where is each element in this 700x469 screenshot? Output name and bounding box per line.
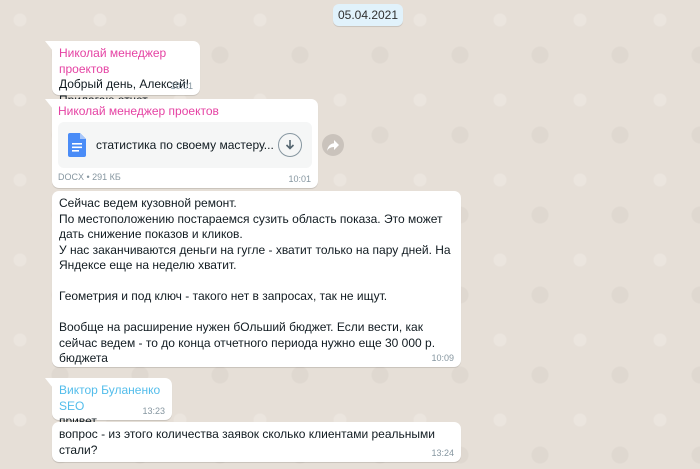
- message-bubble[interactable]: вопрос - из этого количества заявок скол…: [52, 422, 461, 462]
- message-bubble[interactable]: Николай менеджер проектов Добрый день, А…: [45, 41, 200, 107]
- date-chip: 05.04.2021: [333, 4, 403, 26]
- message-time: 13:24: [431, 448, 454, 458]
- sender-name[interactable]: Николай менеджер проектов: [59, 45, 193, 77]
- document-meta: DOCX • 291 КБ: [58, 172, 121, 182]
- message-time: 10:01: [170, 81, 193, 91]
- message-time: 10:01: [288, 174, 311, 184]
- download-arrow-icon: [285, 140, 295, 150]
- document-card[interactable]: статистика по своему мастеру...: [58, 122, 312, 168]
- forward-button[interactable]: [322, 134, 344, 156]
- message-time: 13:23: [142, 406, 165, 416]
- forward-icon: [327, 139, 339, 151]
- download-button[interactable]: [278, 133, 302, 157]
- sender-name[interactable]: Николай менеджер проектов: [58, 103, 312, 119]
- message-time: 10:09: [431, 353, 454, 363]
- document-message-bubble[interactable]: Николай менеджер проектов статистика по …: [45, 99, 318, 188]
- message-text: Сейчас ведем кузовной ремонт. По местопо…: [59, 196, 451, 365]
- message-text: вопрос - из этого количества заявок скол…: [59, 427, 439, 457]
- message-bubble[interactable]: Виктор Буланенко SEO привет 13:23: [45, 378, 172, 428]
- message-bubble[interactable]: Сейчас ведем кузовной ремонт. По местопо…: [52, 191, 461, 367]
- google-docs-icon: [68, 133, 86, 157]
- document-name: статистика по своему мастеру...: [96, 138, 274, 152]
